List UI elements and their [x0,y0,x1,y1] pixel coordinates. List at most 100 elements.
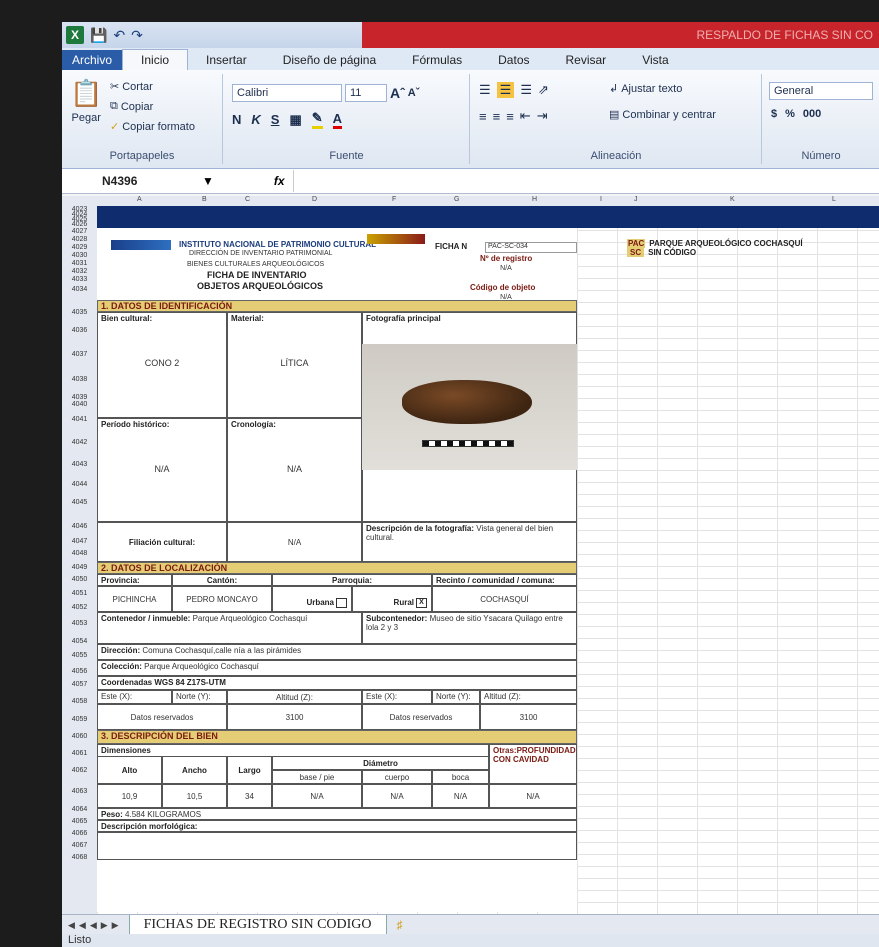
row-header[interactable]: 4057 [62,681,97,688]
percent-button[interactable]: % [785,108,795,120]
row-header[interactable]: 4038 [62,376,97,383]
registro-value[interactable]: N/A [435,263,577,273]
row-header[interactable]: 4040 [62,401,97,408]
col-header[interactable]: D [312,196,317,203]
row-header[interactable]: 4033 [62,276,97,283]
tab-archivo[interactable]: Archivo [62,50,123,70]
row-header[interactable]: 4026 [62,221,97,228]
row-header[interactable]: 4039 [62,394,97,401]
worksheet-grid[interactable]: INSTITUTO NACIONAL DE PATRIMONIO CULTURA… [97,206,879,914]
direccion-cell[interactable]: Dirección: Comuna Cochasquí,calle nía a … [97,644,577,660]
currency-button[interactable]: $ [771,108,777,120]
altitud-value-2[interactable]: 3100 [480,704,577,730]
morfologica-value[interactable] [97,832,577,860]
col-header[interactable]: G [454,196,459,203]
new-sheet-icon[interactable]: ♯ [397,918,403,932]
font-size-select[interactable]: 11 [345,84,387,102]
coleccion-cell[interactable]: Colección: Parque Arqueológico Cochasquí [97,660,577,676]
formula-input[interactable] [292,170,879,192]
provincia-value[interactable]: PICHINCHA [97,586,172,612]
row-header[interactable]: 4046 [62,523,97,530]
bien-cultural-cell[interactable]: Bien cultural: CONO 2 [97,312,227,418]
row-header[interactable]: 4063 [62,788,97,795]
col-header[interactable]: H [532,196,537,203]
tab-inicio[interactable]: Inicio [122,49,189,70]
col-header[interactable]: B [202,196,207,203]
orientation-icon[interactable]: ⇗ [538,82,549,98]
row-header[interactable]: 4065 [62,818,97,825]
ficha-n-value[interactable]: PAC-SC-034 [485,242,577,253]
legend-text-sc[interactable]: SIN CÓDIGO [648,248,696,257]
row-header[interactable]: 4037 [62,351,97,358]
urbana-cell[interactable]: Urbana [272,586,352,612]
contenedor-cell[interactable]: Contenedor / inmueble: Parque Arqueológi… [97,612,362,644]
row-header[interactable]: 4062 [62,767,97,774]
cuerpo-value[interactable]: N/A [362,784,432,808]
row-header[interactable]: 4060 [62,733,97,740]
base-value[interactable]: N/A [272,784,362,808]
increase-indent-icon[interactable]: ⇥ [537,108,548,124]
row-header[interactable]: 4035 [62,309,97,316]
cronologia-cell[interactable]: Cronología: N/A [227,418,362,522]
row-header[interactable]: 4031 [62,260,97,267]
name-box-dropdown-icon[interactable]: ▼ [202,174,214,188]
row-header[interactable]: 4045 [62,499,97,506]
wrap-text-button[interactable]: ↲ Ajustar texto [609,82,682,96]
tab-insertar[interactable]: Insertar [188,50,265,70]
col-header[interactable]: L [832,196,836,203]
row-header[interactable]: 4052 [62,604,97,611]
subcontenedor-cell[interactable]: Subcontenedor: Museo de sitio Ysacara Qu… [362,612,577,644]
largo-value[interactable]: 34 [227,784,272,808]
font-color-icon[interactable]: A [332,111,343,129]
row-header[interactable]: 4029 [62,244,97,251]
italic-button[interactable]: K [251,112,260,127]
paste-button[interactable]: 📋 Pegar [70,78,102,124]
sheet-tab-fichas[interactable]: FICHAS DE REGISTRO SIN CODIGO [128,915,387,935]
sheet-nav-icons[interactable]: ◀◀◀▶▶ [62,920,129,931]
align-bottom-icon[interactable]: ☰ [520,82,532,98]
format-painter-button[interactable]: ✓ Copiar formato [110,120,195,134]
row-header[interactable]: 4043 [62,461,97,468]
shrink-font-icon[interactable]: Aˇ [408,87,420,99]
borders-icon[interactable]: ▦ [289,112,301,128]
number-format-select[interactable]: General [769,82,873,100]
decrease-indent-icon[interactable]: ⇤ [520,108,531,124]
legend-code-sc[interactable]: SC [627,248,645,257]
tab-datos[interactable]: Datos [480,50,547,70]
tab-diseno-pagina[interactable]: Diseño de página [265,50,394,70]
row-header[interactable]: 4036 [62,327,97,334]
peso-cell[interactable]: Peso: 4.584 KILOGRAMOS [97,808,577,820]
row-header[interactable]: 4030 [62,252,97,259]
align-right-icon[interactable]: ≡ [506,109,514,124]
rural-cell[interactable]: Rural X [352,586,432,612]
row-header[interactable]: 4059 [62,716,97,723]
material-cell[interactable]: Material: LÍTICA [227,312,362,418]
tab-revisar[interactable]: Revisar [548,50,625,70]
boca-value[interactable]: N/A [432,784,489,808]
row-header[interactable]: 4066 [62,830,97,837]
row-header[interactable]: 4042 [62,439,97,446]
underline-button[interactable]: S [271,112,280,127]
row-header[interactable]: 4050 [62,576,97,583]
alto-value[interactable]: 10,9 [97,784,162,808]
grow-font-icon[interactable]: Aˆ [390,85,405,101]
name-box[interactable]: N4396 [62,174,192,188]
coord-reservados-2[interactable]: Datos reservados [362,704,480,730]
col-header[interactable]: C [245,196,250,203]
thousands-button[interactable]: 000 [803,108,821,120]
row-header[interactable]: 4058 [62,698,97,705]
row-header[interactable]: 4067 [62,842,97,849]
row-header[interactable]: 4051 [62,590,97,597]
rural-checkbox[interactable]: X [416,598,427,608]
recinto-value[interactable]: COCHASQUÍ [432,586,577,612]
coord-reservados-1[interactable]: Datos reservados [97,704,227,730]
row-header[interactable]: 4044 [62,481,97,488]
cut-button[interactable]: ✂ Cortar [110,80,153,94]
row-header[interactable]: 4048 [62,550,97,557]
legend-code-pac[interactable]: PAC [627,239,646,248]
row-header[interactable]: 4027 [62,228,97,235]
row-header[interactable]: 4061 [62,750,97,757]
altitud-value-1[interactable]: 3100 [227,704,362,730]
col-header[interactable]: A [137,196,142,203]
copy-button[interactable]: ⧉ Copiar [110,100,153,113]
